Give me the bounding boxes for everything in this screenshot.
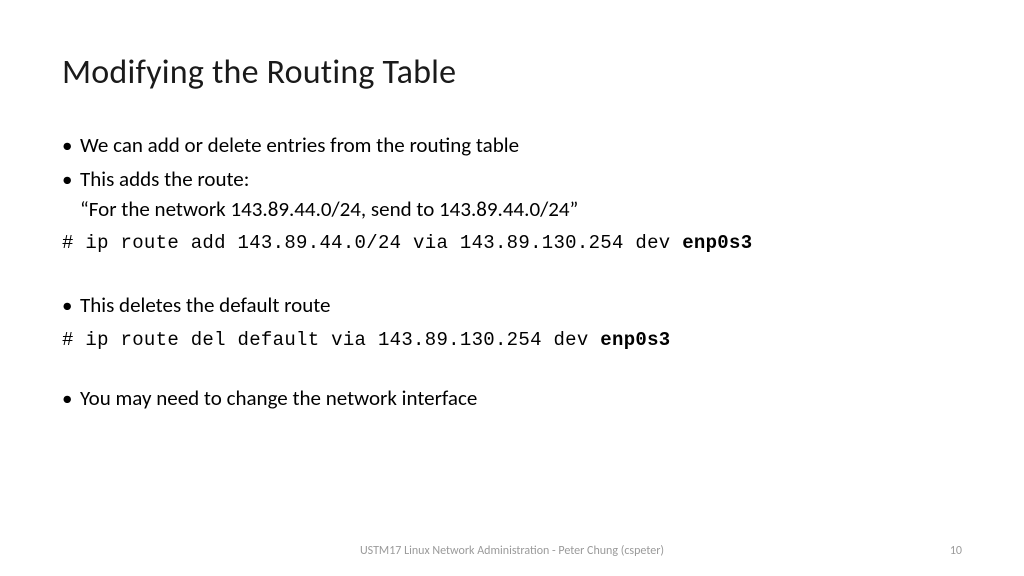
bullet-icon: •	[62, 165, 80, 225]
bullet-text-2a: This adds the route:	[80, 166, 249, 192]
slide-body: • We can add or delete entries from the …	[62, 131, 962, 414]
bullet-text-2: This adds the route: “For the network 14…	[80, 165, 962, 225]
bullet-item-4: • You may need to change the network int…	[62, 384, 962, 414]
page-number: 10	[950, 544, 962, 558]
bullet-item-1: • We can add or delete entries from the …	[62, 131, 962, 161]
code-del-dev: enp0s3	[600, 329, 670, 351]
bullet-text-4: You may need to change the network inter…	[80, 384, 962, 414]
bullet-icon: •	[62, 131, 80, 161]
bullet-text-1: We can add or delete entries from the ro…	[80, 131, 962, 161]
bullet-item-3: • This deletes the default route	[62, 291, 962, 321]
code-add-dev: enp0s3	[682, 232, 752, 254]
code-line-del: # ip route del default via 143.89.130.25…	[62, 327, 962, 354]
bullet-text-3: This deletes the default route	[80, 291, 962, 321]
bullet-icon: •	[62, 291, 80, 321]
code-add-pre: # ip route add 143.89.44.0/24 via 143.89…	[62, 232, 682, 254]
bullet-text-2b: “For the network 143.89.44.0/24, send to…	[80, 196, 578, 222]
slide-title: Modifying the Routing Table	[62, 52, 962, 93]
bullet-icon: •	[62, 384, 80, 414]
bullet-item-2: • This adds the route: “For the network …	[62, 165, 962, 225]
code-del-pre: # ip route del default via 143.89.130.25…	[62, 329, 600, 351]
code-line-add: # ip route add 143.89.44.0/24 via 143.89…	[62, 230, 962, 257]
footer-text: USTM17 Linux Network Administration - Pe…	[0, 544, 1024, 558]
